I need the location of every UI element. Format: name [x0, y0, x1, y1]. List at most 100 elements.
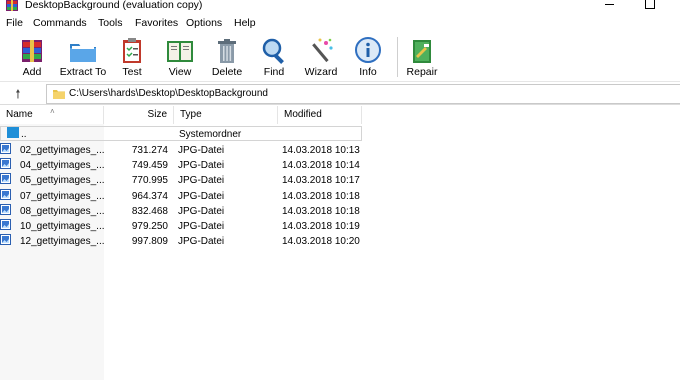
table-row[interactable]: 04_gettyimages_... 749.459 JPG-Datei 14.03.…: [0, 158, 362, 173]
find-button[interactable]: Find: [254, 32, 294, 82]
jpg-file-icon: [0, 158, 11, 170]
table-row[interactable]: 05_gettyimages_... 770.995 JPG-Datei 14.03.…: [0, 173, 362, 188]
file-type: JPG-Datei: [178, 190, 225, 202]
column-modified-label: Modified: [284, 109, 322, 120]
file-size: 979.250: [131, 221, 168, 232]
delete-label: Delete: [211, 66, 243, 78]
up-one-level-button[interactable]: 🠕: [10, 86, 26, 102]
file-list: Name ˄ Size Type Modified .. Systemordne…: [0, 106, 680, 380]
repair-icon: [413, 40, 431, 63]
menu-file[interactable]: File: [6, 16, 23, 30]
winrar-app-icon: [6, 0, 18, 11]
path-field[interactable]: C:\Users\hards\Desktop\DesktopBackground: [46, 84, 680, 104]
toolbar-separator: [397, 37, 398, 77]
add-button[interactable]: Add: [12, 32, 52, 82]
table-row[interactable]: 10_gettyimages_... 979.250 JPG-Datei 14.03.…: [0, 219, 362, 234]
window-title: DesktopBackground (evaluation copy): [25, 0, 203, 11]
repair-label: Repair: [406, 66, 438, 78]
table-row[interactable]: 08_gettyimages_... 832.468 JPG-Datei 14.03.…: [0, 203, 362, 219]
file-modified: 14.03.2018 10:19: [282, 221, 360, 232]
table-row[interactable]: 07_gettyimages_... 964.374 JPG-Datei 14.03.…: [0, 188, 362, 204]
file-size: 997.809: [131, 236, 168, 248]
menu-bar: File Commands Tools Favorites Options He…: [0, 14, 680, 32]
jpg-file-icon: [0, 173, 11, 185]
file-size: 832.468: [131, 205, 168, 217]
test-clipboard-icon: [123, 38, 141, 63]
maximize-button[interactable]: [640, 0, 658, 10]
file-name: 04_gettyimages_...: [20, 160, 105, 172]
add-archive-icon: [22, 40, 42, 62]
menu-commands[interactable]: Commands: [33, 16, 87, 30]
column-size-label: Size: [147, 109, 167, 120]
column-header-name[interactable]: Name ˄: [0, 106, 104, 124]
jpg-file-icon: [0, 234, 11, 246]
jpg-file-icon: [0, 219, 11, 230]
sort-ascending-icon: ˄: [50, 107, 55, 116]
file-name: 02_gettyimages_...: [20, 145, 105, 156]
toolbar: Add Extract To Test View Delete Find Wiz…: [0, 32, 680, 82]
view-button[interactable]: View: [160, 32, 200, 82]
address-bar: 🠕 C:\Users\hards\Desktop\DesktopBackgrou…: [0, 83, 680, 105]
trash-icon: [218, 39, 236, 63]
column-type-label: Type: [180, 109, 202, 120]
folder-icon: [53, 90, 65, 99]
repair-button[interactable]: Repair: [402, 32, 442, 82]
file-type: JPG-Datei: [178, 236, 225, 248]
find-label: Find: [263, 66, 285, 78]
extract-to-label: Extract To: [59, 66, 107, 78]
column-name-label: Name: [6, 109, 33, 120]
file-type: JPG-Datei: [178, 145, 225, 156]
table-row[interactable]: 02_gettyimages_... 731.274 JPG-Datei 14.03.…: [0, 143, 362, 158]
delete-button[interactable]: Delete: [207, 32, 247, 82]
wizard-label: Wizard: [304, 66, 338, 78]
info-button[interactable]: Info: [348, 32, 388, 82]
file-modified: 14.03.2018 10:18: [282, 205, 360, 217]
file-name: 05_gettyimages_...: [20, 175, 105, 187]
file-size: 731.274: [131, 145, 168, 156]
wand-icon: [312, 38, 333, 63]
file-modified: 14.03.2018 10:18: [282, 190, 360, 202]
file-modified: 14.03.2018 10:20: [282, 236, 360, 248]
file-name: 08_gettyimages_...: [20, 205, 105, 217]
path-text: C:\Users\hards\Desktop\DesktopBackground: [69, 88, 268, 99]
parent-folder-name: ..: [21, 129, 27, 140]
table-row[interactable]: 12_gettyimages_... 997.809 JPG-Datei 14.03.…: [0, 234, 362, 249]
file-name: 10_gettyimages_...: [20, 221, 105, 232]
test-button[interactable]: Test: [113, 32, 151, 82]
file-size: 749.459: [131, 160, 168, 172]
menu-help[interactable]: Help: [234, 16, 256, 30]
info-icon: [355, 37, 381, 63]
up-arrow-icon: 🠕: [15, 87, 21, 101]
minimize-button[interactable]: [600, 0, 618, 10]
jpg-file-icon: [0, 143, 11, 154]
column-header-type[interactable]: Type: [174, 106, 278, 124]
file-size: 964.374: [131, 190, 168, 202]
parent-folder-row[interactable]: .. Systemordner: [0, 126, 362, 141]
column-header-modified[interactable]: Modified: [278, 106, 362, 124]
file-type: JPG-Datei: [178, 160, 225, 172]
extract-to-button[interactable]: Extract To: [58, 32, 108, 82]
parent-folder-icon: [7, 127, 19, 138]
magnifier-icon: [262, 38, 284, 64]
menu-options[interactable]: Options: [186, 16, 222, 30]
file-type: JPG-Datei: [178, 221, 225, 232]
menu-favorites[interactable]: Favorites: [135, 16, 178, 30]
file-name: 07_gettyimages_...: [20, 190, 105, 202]
menu-tools[interactable]: Tools: [98, 16, 123, 30]
file-modified: 14.03.2018 10:14: [282, 160, 360, 172]
file-name: 12_gettyimages_...: [20, 236, 105, 248]
parent-folder-type: Systemordner: [179, 129, 242, 140]
jpg-file-icon: [0, 203, 11, 215]
file-type: JPG-Datei: [178, 175, 225, 187]
file-modified: 14.03.2018 10:17: [282, 175, 360, 187]
view-label: View: [168, 66, 192, 78]
test-label: Test: [122, 66, 142, 78]
add-label: Add: [22, 66, 42, 78]
file-size: 770.995: [131, 175, 168, 187]
column-header-size[interactable]: Size: [104, 106, 174, 124]
wizard-button[interactable]: Wizard: [301, 32, 341, 82]
view-book-icon: [167, 41, 193, 62]
title-bar: DesktopBackground (evaluation copy): [0, 0, 680, 13]
file-type: JPG-Datei: [178, 205, 225, 217]
extract-folder-icon: [70, 44, 96, 62]
